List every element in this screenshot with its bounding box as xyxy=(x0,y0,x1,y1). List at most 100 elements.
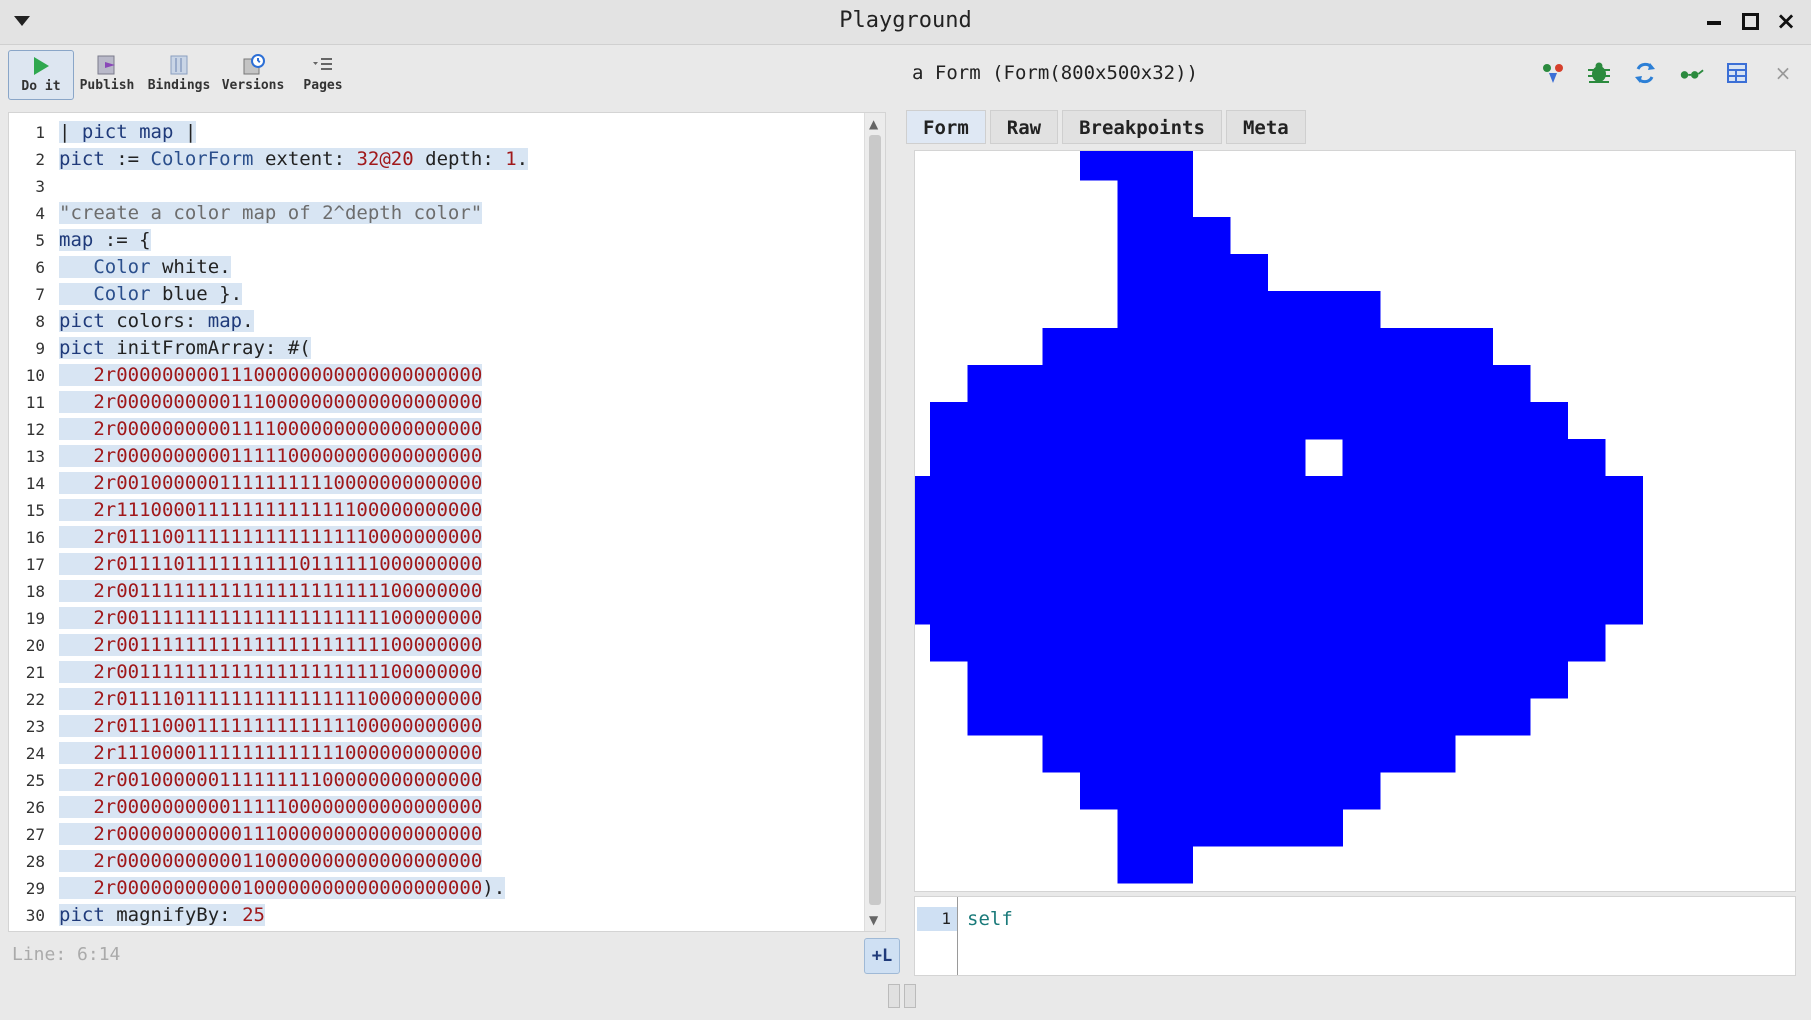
code-line[interactable]: 2r00000000000110000000000000000000 xyxy=(59,848,863,875)
form-pixel xyxy=(1417,328,1456,366)
line-numbers-toggle[interactable]: +L xyxy=(864,938,900,974)
raw-view-button[interactable] xyxy=(1724,60,1750,86)
tab-meta[interactable]: Meta xyxy=(1225,110,1306,144)
maximize-button[interactable] xyxy=(1739,10,1761,32)
code-line[interactable]: 2r00100000011111111100000000000000 xyxy=(59,767,863,794)
form-pixel xyxy=(1117,254,1156,292)
form-pixel xyxy=(1267,698,1306,736)
close-button[interactable]: × xyxy=(1775,9,1797,33)
code-line[interactable]: 2r11100001111111111111100000000000 xyxy=(59,497,863,524)
eval-code[interactable]: self xyxy=(967,907,1013,931)
inspect-button[interactable] xyxy=(1678,60,1704,86)
form-pixel xyxy=(1080,439,1118,477)
browse-button[interactable] xyxy=(1540,60,1566,86)
form-pixel xyxy=(1155,439,1193,477)
pane-splitter[interactable] xyxy=(888,984,916,1008)
scrollbar-thumb[interactable] xyxy=(869,135,881,905)
form-pixel xyxy=(1005,698,1043,736)
evaluator-pane[interactable]: 1 self xyxy=(914,896,1796,976)
line-number: 24 xyxy=(25,744,45,763)
tab-raw[interactable]: Raw xyxy=(989,110,1059,144)
form-pixel xyxy=(1192,402,1231,440)
code-line[interactable]: 2r01110001111111111111100000000000 xyxy=(59,713,863,740)
code-line[interactable]: 2r00000000001110000000000000000000 xyxy=(59,389,863,416)
code-line[interactable]: pict colors: map. xyxy=(59,308,863,335)
form-pixel xyxy=(1080,735,1118,773)
code-line[interactable]: pict magnifyBy: 25 xyxy=(59,902,863,929)
code-line[interactable]: pict := ColorForm extent: 32@20 depth: 1… xyxy=(59,146,863,173)
tab-form[interactable]: Form xyxy=(906,110,986,144)
form-pixel xyxy=(1005,476,1043,514)
close-inspector-icon: × xyxy=(1774,61,1792,85)
code-line[interactable]: 2r11100001111111111111000000000000 xyxy=(59,740,863,767)
form-pixel xyxy=(1192,735,1231,773)
code-line[interactable]: 2r00000000001111000000000000000000 xyxy=(59,416,863,443)
code-line[interactable]: "create a color map of 2^depth color" xyxy=(59,200,863,227)
code-line[interactable]: | pict map | xyxy=(59,119,863,146)
line-number: 4 xyxy=(35,204,45,223)
code-line[interactable]: 2r00111111111111111111111100000000 xyxy=(59,632,863,659)
refresh-button[interactable] xyxy=(1632,60,1658,86)
code-line[interactable]: 2r00111111111111111111111100000000 xyxy=(59,578,863,605)
close-inspector-button[interactable]: × xyxy=(1770,60,1796,86)
code-line[interactable]: 2r01110011111111111111110000000000 xyxy=(59,524,863,551)
table-icon xyxy=(1727,63,1747,83)
window-controls: × xyxy=(1703,9,1797,33)
form-pixel xyxy=(1155,735,1193,773)
code-editor[interactable]: 1 2 3 4 5 6 7 8 9 10 11 12 13 14 15 16 17 18 19 20 21 22 23 24 2… xyxy=(8,112,886,932)
tab-breakpoints[interactable]: Breakpoints xyxy=(1062,110,1222,144)
do-it-button[interactable]: Do it xyxy=(8,50,74,100)
bindings-label: Bindings xyxy=(147,78,211,93)
publish-label: Publish xyxy=(79,78,135,93)
pages-button[interactable]: Pages xyxy=(296,50,350,100)
form-pixel xyxy=(915,476,931,514)
form-pixel xyxy=(915,587,931,625)
form-pixel xyxy=(1005,661,1043,699)
form-pixel xyxy=(1117,439,1156,477)
bindings-icon xyxy=(170,55,188,75)
code-line[interactable]: map := { xyxy=(59,227,863,254)
scroll-up-icon[interactable]: ▲ xyxy=(869,117,878,131)
form-pixel xyxy=(1567,624,1606,662)
form-pixel xyxy=(1342,291,1381,329)
form-pixel xyxy=(1267,291,1306,329)
splitter-handle-right[interactable] xyxy=(904,984,916,1008)
code-line[interactable] xyxy=(59,173,863,200)
form-pixel xyxy=(1230,439,1268,477)
code-line[interactable]: 2r00000000001111100000000000000000 xyxy=(59,794,863,821)
line-number: 19 xyxy=(25,609,45,628)
code-line[interactable]: 2r01111011111111111111110000000000 xyxy=(59,686,863,713)
code-line[interactable]: 2r01111011111111110111111000000000 xyxy=(59,551,863,578)
code-line[interactable]: 2r00111111111111111111111100000000 xyxy=(59,659,863,686)
form-pixel xyxy=(1042,735,1081,773)
bindings-button[interactable]: Bindings xyxy=(144,50,214,100)
publish-button[interactable]: Publish xyxy=(78,50,136,100)
form-pixel xyxy=(1080,151,1118,181)
code-line[interactable]: 2r00000000011100000000000000000000 xyxy=(59,362,863,389)
code-line[interactable]: pict initFromArray: #( xyxy=(59,335,863,362)
code-area[interactable]: | pict map | pict := ColorForm extent: 32… xyxy=(59,113,863,931)
code-line[interactable]: 2r00000000000111000000000000000000 xyxy=(59,821,863,848)
form-pixel xyxy=(1080,476,1118,514)
form-pixel xyxy=(1305,735,1343,773)
code-line[interactable]: Color blue }. xyxy=(59,281,863,308)
debug-button[interactable] xyxy=(1586,60,1612,86)
scroll-down-icon[interactable]: ▼ xyxy=(869,913,878,927)
splitter-handle-left[interactable] xyxy=(888,984,900,1008)
form-pixel xyxy=(1305,624,1343,662)
form-pixel xyxy=(1080,513,1118,551)
code-line[interactable]: 2r00000000001111100000000000000000 xyxy=(59,443,863,470)
versions-button[interactable]: Versions xyxy=(220,50,286,100)
editor-scrollbar[interactable]: ▲ ▼ xyxy=(864,113,885,931)
form-pixel xyxy=(1417,365,1456,403)
minimize-button[interactable] xyxy=(1703,10,1725,32)
code-line[interactable]: Color white. xyxy=(59,254,863,281)
code-line[interactable]: 2r00100000011111111110000000000000 xyxy=(59,470,863,497)
code-line[interactable]: 2r00111111111111111111111100000000 xyxy=(59,605,863,632)
line-number: 6 xyxy=(35,258,45,277)
form-pixel xyxy=(967,439,1006,477)
form-pixel xyxy=(967,550,1006,588)
code-line[interactable]: 2r00000000000100000000000000000000). xyxy=(59,875,863,902)
form-pixel xyxy=(1530,439,1568,477)
form-pixel xyxy=(1005,513,1043,551)
